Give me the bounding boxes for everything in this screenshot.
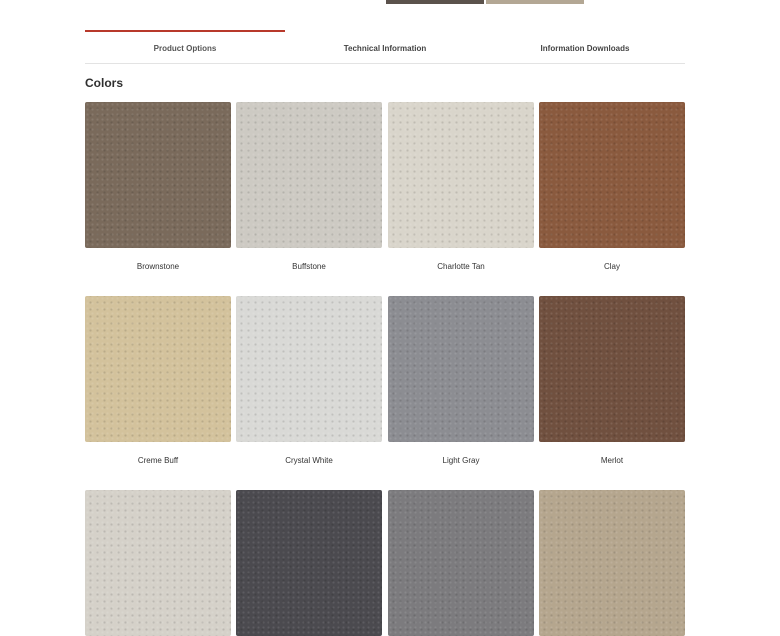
color-swatch-image[interactable] — [539, 102, 685, 248]
color-swatch-label: Charlotte Tan — [437, 262, 485, 271]
color-swatch-card[interactable]: Merlot — [539, 296, 685, 465]
color-swatch-image[interactable] — [85, 296, 231, 442]
color-swatch-card[interactable] — [539, 490, 685, 636]
color-swatch-image[interactable] — [236, 296, 382, 442]
color-swatch-card[interactable] — [85, 490, 231, 636]
color-swatch-card[interactable]: Charlotte Tan — [388, 102, 534, 271]
color-swatch-label: Clay — [603, 262, 620, 271]
colors-section-title: Colors — [85, 76, 124, 90]
tab-product-options[interactable]: Product Options — [85, 30, 285, 63]
color-swatch-image[interactable] — [236, 102, 382, 248]
color-swatch-image[interactable] — [388, 296, 534, 442]
color-swatch-card[interactable]: Brownstone — [85, 102, 231, 271]
color-swatch-image[interactable] — [85, 490, 231, 636]
gallery-thumb-2[interactable] — [486, 0, 584, 4]
color-swatch-label: Buffstone — [292, 262, 326, 271]
color-swatch-label: Brownstone — [136, 262, 180, 271]
color-swatch-image[interactable] — [539, 296, 685, 442]
gallery-thumb-1[interactable] — [386, 0, 484, 4]
color-swatch-label: Crystal White — [285, 456, 333, 465]
color-swatch-image[interactable] — [388, 490, 534, 636]
color-swatch-card[interactable]: Clay — [539, 102, 685, 271]
tab-information-downloads[interactable]: Information Downloads — [485, 30, 685, 63]
color-swatch-card[interactable] — [236, 490, 382, 636]
color-swatch-label: Merlot — [600, 456, 624, 465]
color-swatch-card[interactable] — [388, 490, 534, 636]
tab-technical-information[interactable]: Technical Information — [285, 30, 485, 63]
color-swatch-image[interactable] — [236, 490, 382, 636]
color-swatch-card[interactable]: Light Gray — [388, 296, 534, 465]
color-swatch-label: Creme Buff — [137, 456, 179, 465]
color-swatch-image[interactable] — [388, 102, 534, 248]
color-swatch-image[interactable] — [85, 102, 231, 248]
color-swatch-label: Light Gray — [442, 456, 480, 465]
color-swatch-card[interactable]: Buffstone — [236, 102, 382, 271]
color-swatch-card[interactable]: Crystal White — [236, 296, 382, 465]
product-tabs: Product Options Technical Information In… — [85, 30, 685, 64]
color-swatch-card[interactable]: Creme Buff — [85, 296, 231, 465]
color-swatch-image[interactable] — [539, 490, 685, 636]
gallery-thumbnails — [386, 0, 584, 4]
